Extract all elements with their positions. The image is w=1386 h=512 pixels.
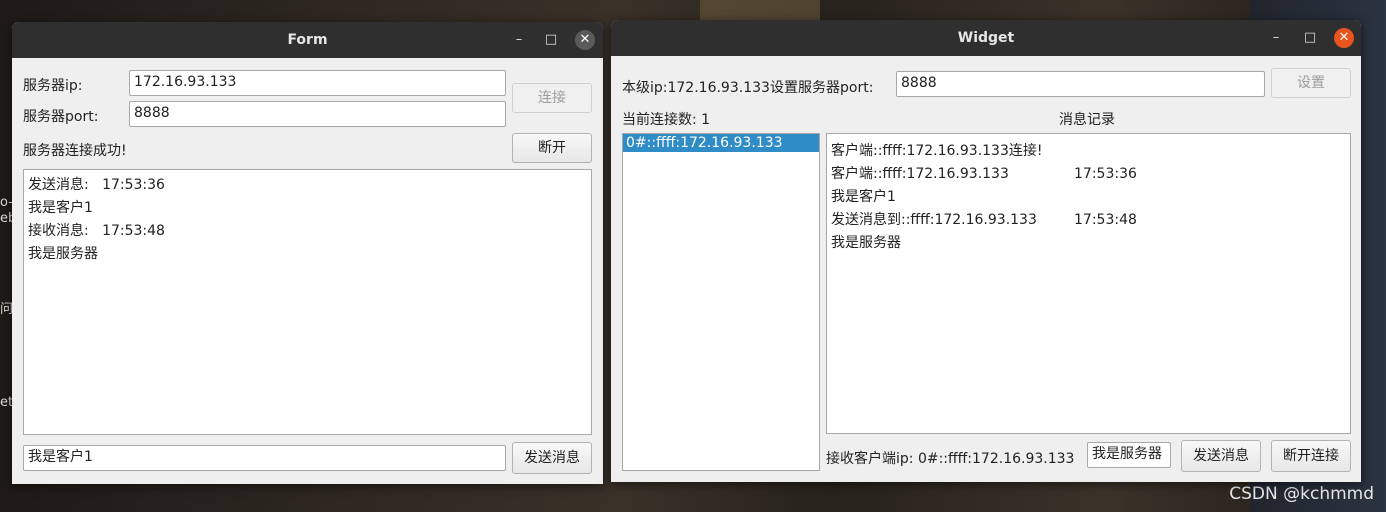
log-line: 客户端::ffff:172.16.93.133 17:53:36	[831, 163, 1346, 186]
client-list-item[interactable]: 0#::ffff:172.16.93.133	[623, 134, 819, 152]
log-time: 17:53:48	[1074, 212, 1137, 228]
server-port-label: 服务器port:	[23, 109, 99, 125]
server-port-input[interactable]: 8888	[896, 71, 1265, 97]
form-titlebar[interactable]: Form – □ ✕	[12, 22, 603, 58]
desktop-label-fragment: o-	[0, 195, 13, 210]
log-text: 我是服务器	[831, 235, 901, 251]
server-ip-input[interactable]: 172.16.93.133	[129, 70, 506, 96]
disconnect-connection-button[interactable]: 断开连接	[1271, 440, 1351, 472]
log-line: 客户端::ffff:172.16.93.133连接!	[831, 140, 1346, 163]
client-list[interactable]: 0#::ffff:172.16.93.133	[622, 133, 820, 471]
minimize-icon[interactable]: –	[509, 30, 529, 50]
server-ip-label: 服务器ip:	[23, 78, 83, 94]
message-input[interactable]: 我是服务器	[1087, 442, 1171, 468]
log-text: 我是客户1	[831, 189, 896, 205]
log-line: 我是服务器	[831, 232, 1346, 255]
form-window: Form – □ ✕ 服务器ip: 172.16.93.133 服务器port:…	[12, 22, 603, 484]
disconnect-button[interactable]: 断开	[512, 133, 592, 163]
close-icon[interactable]: ✕	[1334, 28, 1354, 48]
message-line: 我是服务器	[28, 246, 98, 262]
send-message-button[interactable]: 发送消息	[1181, 440, 1261, 472]
log-text: 客户端::ffff:172.16.93.133	[831, 166, 1009, 182]
maximize-icon[interactable]: □	[1300, 28, 1320, 48]
log-text: 发送消息到::ffff:172.16.93.133	[831, 212, 1037, 228]
close-icon[interactable]: ✕	[575, 30, 595, 50]
message-line: 接收消息: 17:53:48	[28, 223, 165, 239]
log-time: 17:53:36	[1074, 166, 1137, 182]
set-port-button[interactable]: 设置	[1271, 68, 1351, 98]
message-line: 发送消息: 17:53:36	[28, 177, 165, 193]
log-text: 客户端::ffff:172.16.93.133连接!	[831, 143, 1043, 159]
maximize-icon[interactable]: □	[541, 30, 561, 50]
message-log-title: 消息记录	[1059, 112, 1115, 128]
log-line: 我是客户1	[831, 186, 1346, 209]
minimize-icon[interactable]: –	[1266, 28, 1286, 48]
widget-window: Widget – □ ✕ 本级ip:172.16.93.133 设置服务器por…	[611, 20, 1361, 482]
local-ip-label: 本级ip:172.16.93.133	[622, 80, 770, 96]
connection-status-text: 服务器连接成功!	[23, 143, 127, 159]
log-line: 发送消息到::ffff:172.16.93.133 17:53:48	[831, 209, 1346, 232]
wallpaper-light-streak	[700, 0, 820, 20]
connection-count-label: 当前连接数: 1	[622, 112, 711, 128]
message-line: 我是客户1	[28, 200, 93, 216]
widget-titlebar[interactable]: Widget – □ ✕	[611, 20, 1361, 56]
message-input[interactable]: 我是客户1	[23, 445, 506, 471]
message-history[interactable]: 发送消息: 17:53:36 我是客户1 接收消息: 17:53:48 我是服务…	[23, 169, 592, 435]
send-message-button[interactable]: 发送消息	[512, 442, 592, 474]
watermark: CSDN @kchmmd	[1229, 484, 1374, 504]
receiver-ip-label: 接收客户端ip: 0#::ffff:172.16.93.133	[826, 451, 1075, 467]
server-port-input[interactable]: 8888	[129, 101, 506, 127]
window-title: Widget	[957, 30, 1015, 46]
connect-button[interactable]: 连接	[512, 83, 592, 113]
set-port-label: 设置服务器port:	[770, 80, 874, 96]
message-log[interactable]: 客户端::ffff:172.16.93.133连接! 客户端::ffff:172…	[826, 133, 1351, 434]
